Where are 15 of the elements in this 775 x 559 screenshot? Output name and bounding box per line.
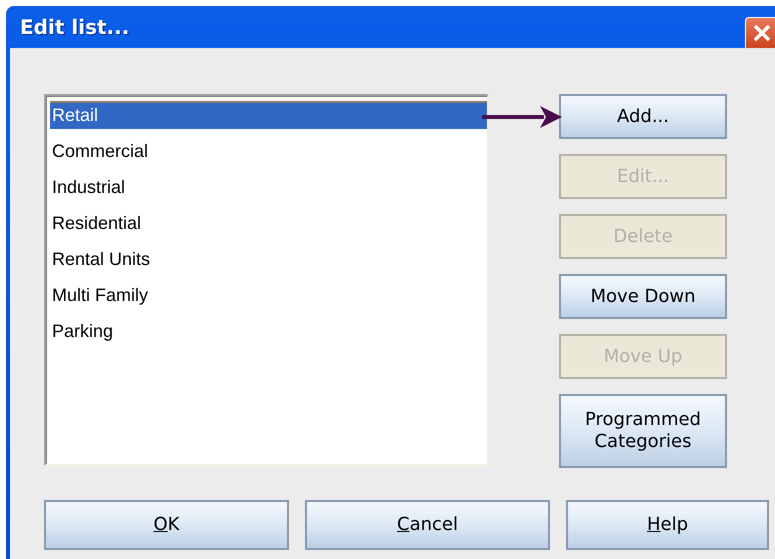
list-item[interactable]: Rental Units — [50, 245, 483, 281]
list-item[interactable]: Multi Family — [50, 281, 483, 317]
dialog-button[interactable]: Programmed Categories — [559, 394, 727, 468]
list-item[interactable]: Residential — [50, 209, 483, 245]
list-item[interactable]: Commercial — [50, 137, 483, 173]
list-item[interactable]: Parking — [50, 317, 483, 353]
dialog-button[interactable]: Cancel — [305, 500, 550, 550]
window-title: Edit list... — [20, 15, 130, 39]
close-button[interactable] — [745, 17, 775, 51]
list-item[interactable]: Industrial — [50, 173, 483, 209]
list-item[interactable]: Retail — [50, 101, 487, 129]
dialog-button[interactable]: Add... — [559, 94, 727, 139]
dialog-button[interactable]: Help — [566, 500, 769, 550]
dialog-button[interactable]: OK — [44, 500, 289, 550]
dialog-button[interactable]: Move Down — [559, 274, 727, 319]
